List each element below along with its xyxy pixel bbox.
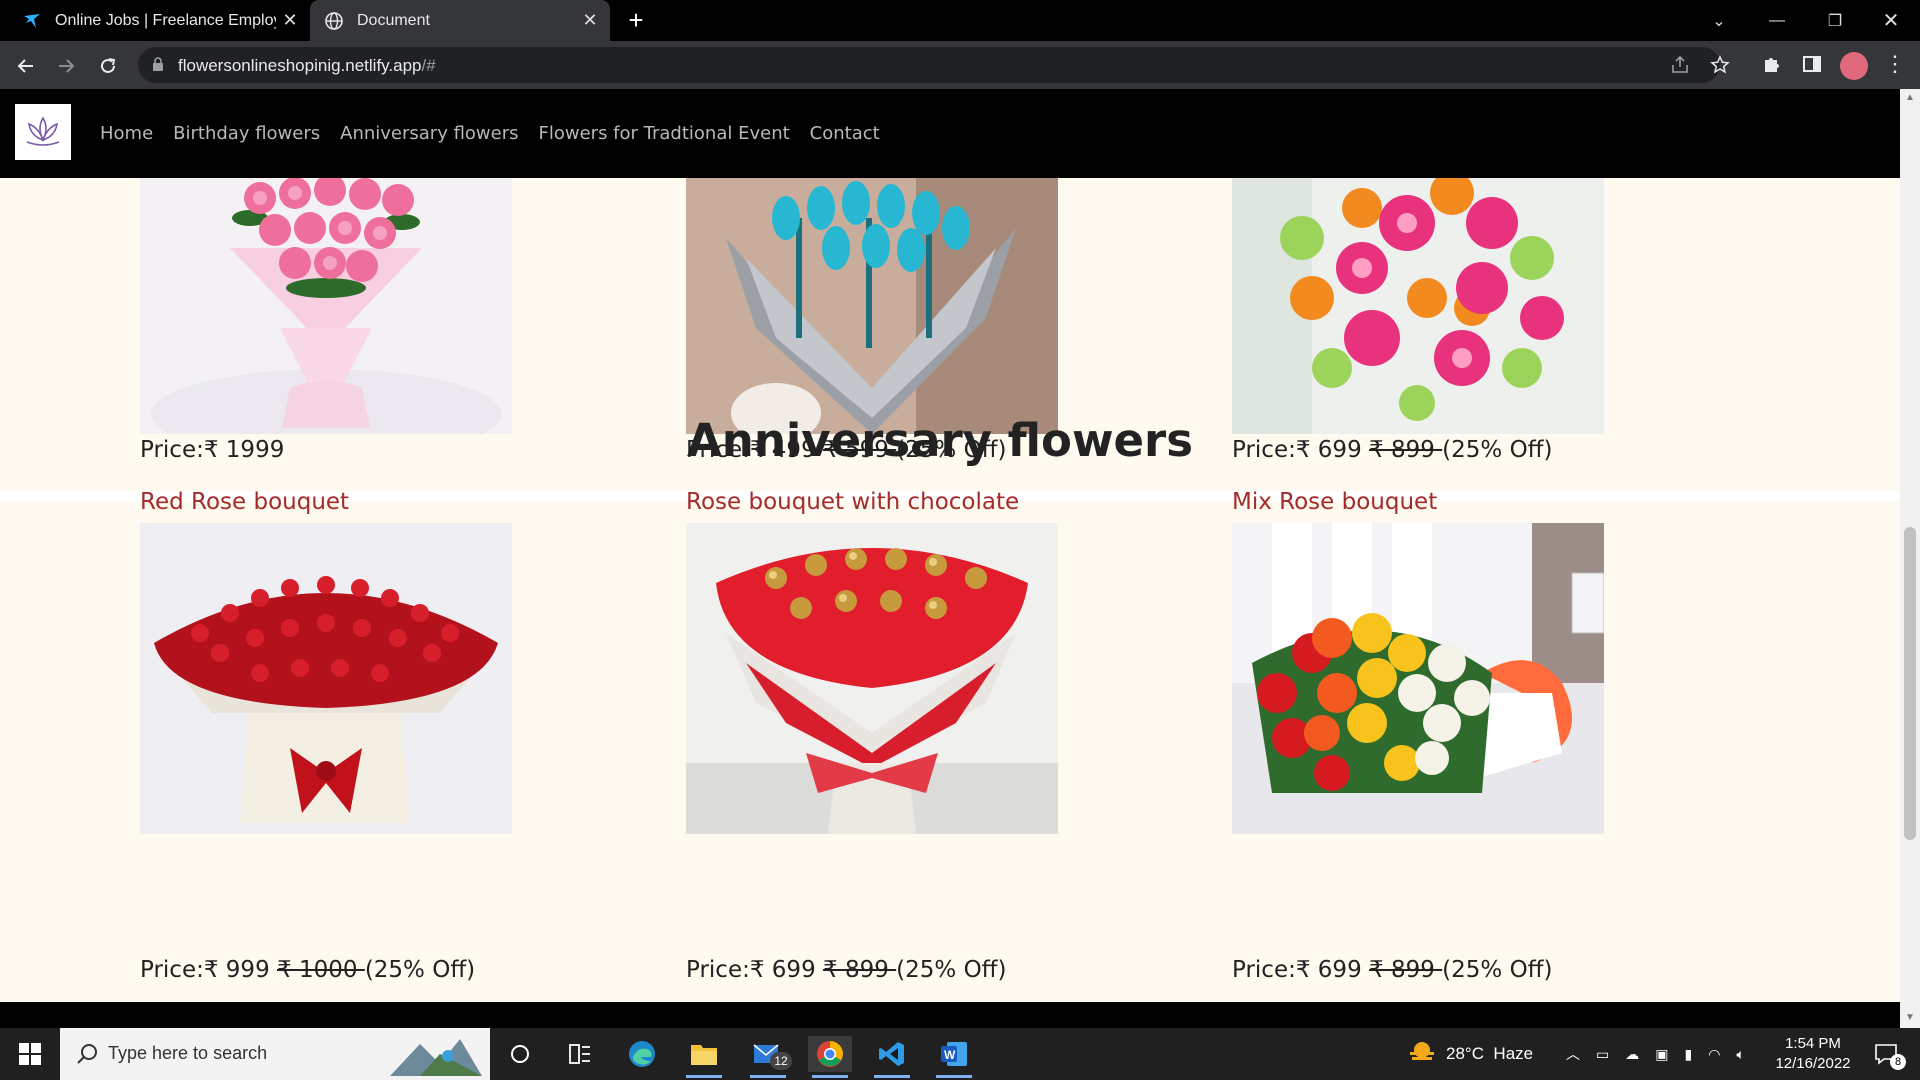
minimize-button[interactable]: — <box>1748 0 1806 41</box>
show-hidden-icons-chevron-icon[interactable]: ︿ <box>1566 1044 1580 1064</box>
back-button[interactable] <box>10 50 42 82</box>
mail-icon[interactable]: 12 <box>746 1036 792 1078</box>
nav-traditional-event[interactable]: Flowers for Tradtional Event <box>539 123 790 144</box>
file-explorer-icon[interactable] <box>682 1036 726 1078</box>
nav-anniversary-flowers[interactable]: Anniversary flowers <box>340 123 518 144</box>
edge-icon[interactable] <box>620 1036 664 1072</box>
old-price: ₹ 899 <box>1369 957 1443 983</box>
url-text: flowersonlineshopinig.netlify.app/# <box>178 56 436 75</box>
windows-start-button[interactable] <box>0 1028 60 1080</box>
product-name[interactable]: Mix Rose bouquet <box>1232 489 1437 515</box>
word-icon[interactable]: W <box>932 1036 976 1078</box>
mail-badge: 12 <box>770 1052 792 1070</box>
tab-title: Online Jobs | Freelance Employm <box>55 11 276 29</box>
svg-text:W: W <box>944 1048 956 1062</box>
lock-icon[interactable] <box>152 57 164 77</box>
side-panel-icon[interactable] <box>1802 54 1824 76</box>
product-name[interactable]: Rose bouquet with chocolate <box>686 489 1019 515</box>
product-name[interactable]: Red Rose bouquet <box>140 489 349 515</box>
freelancer-bird-icon <box>22 11 42 31</box>
search-icon <box>76 1043 98 1070</box>
weather-text: 28°C Haze <box>1446 1044 1534 1063</box>
footer <box>0 1002 1900 1028</box>
section-heading-anniversary: Anniversary flowers <box>686 414 1194 467</box>
close-tab-icon[interactable]: ✕ <box>576 10 604 31</box>
product-image-mixed-gerbera[interactable] <box>1232 178 1604 434</box>
clock-date: 12/16/2022 <box>1775 1055 1851 1072</box>
chrome-taskbar-icon[interactable] <box>808 1036 852 1078</box>
product-image-rose-chocolate-bouquet[interactable] <box>686 523 1058 834</box>
tab-document[interactable]: Document ✕ <box>310 0 610 41</box>
new-tab-button[interactable]: + <box>622 7 650 35</box>
onedrive-cloud-icon[interactable]: ☁ <box>1625 1046 1639 1063</box>
browser-toolbar: flowersonlineshopinig.netlify.app/# ⋮ <box>0 41 1920 89</box>
task-view-icon[interactable] <box>558 1036 602 1072</box>
old-price: ₹ 899 <box>823 957 897 983</box>
close-tab-icon[interactable]: ✕ <box>276 10 304 31</box>
weather-widget[interactable]: 28°C Haze <box>1408 1028 1533 1080</box>
discount: (25% Off) <box>1442 957 1553 983</box>
volume-icon[interactable]: 🔈︎ <box>1736 1046 1744 1063</box>
profile-avatar[interactable] <box>1840 52 1868 80</box>
search-highlight-illustration <box>390 1034 482 1080</box>
wifi-icon[interactable]: ◠ <box>1708 1046 1720 1063</box>
meet-now-icon[interactable]: ▭ <box>1596 1046 1609 1063</box>
nav-home[interactable]: Home <box>100 123 153 144</box>
notification-badge: 8 <box>1890 1054 1906 1070</box>
page-viewport: Price:₹ 1999 Price:₹ 499 ₹ 599 (25% Off)… <box>0 89 1900 1028</box>
taskbar-clock[interactable]: 1:54 PM 12/16/2022 <box>1768 1034 1858 1074</box>
windows-taskbar: Type here to search 12 W 28°C Haze ︿ ▭ ☁ <box>0 1028 1920 1080</box>
system-tray: ︿ ▭ ☁ ▣ ▮ ◠ 🔈︎ <box>1566 1028 1745 1080</box>
lotus-logo[interactable] <box>15 104 71 160</box>
discount: (25% Off) <box>896 957 1007 983</box>
product-image-pink-roses[interactable] <box>140 178 512 434</box>
old-price: ₹ 1000 <box>277 957 365 983</box>
main-menu: Home Birthday flowers Anniversary flower… <box>100 89 900 178</box>
product-image-blue-tulips[interactable] <box>686 178 1058 434</box>
scrollbar-thumb[interactable] <box>1904 527 1916 840</box>
browser-tab-bar: Online Jobs | Freelance Employm ✕ Docume… <box>0 0 1920 41</box>
bookmark-star-icon[interactable] <box>1710 55 1732 77</box>
share-icon[interactable] <box>1670 55 1692 77</box>
tab-title: Document <box>357 11 430 29</box>
reload-button[interactable] <box>92 50 124 82</box>
product-price: Price:₹ 699 ₹ 899 (25% Off) <box>1232 957 1553 983</box>
extensions-puzzle-icon[interactable] <box>1762 54 1784 76</box>
tab-freelancer[interactable]: Online Jobs | Freelance Employm ✕ <box>10 0 310 41</box>
scroll-up-arrow-icon[interactable]: ▲ <box>1905 93 1915 103</box>
nav-contact[interactable]: Contact <box>810 123 880 144</box>
display-icon[interactable]: ▣ <box>1655 1046 1668 1063</box>
chrome-menu-icon[interactable]: ⋮ <box>1884 53 1906 75</box>
vscode-icon[interactable] <box>870 1036 914 1078</box>
page-scrollbar[interactable]: ▲ ▼ <box>1900 89 1920 1028</box>
cortana-icon[interactable] <box>498 1036 542 1072</box>
search-placeholder: Type here to search <box>108 1043 268 1063</box>
battery-icon[interactable]: ▮ <box>1684 1046 1692 1063</box>
product-image-mix-rose-bouquet[interactable] <box>1232 523 1604 834</box>
product-price: Price:₹ 699 ₹ 899 (25% Off) <box>686 957 1007 983</box>
forward-button[interactable] <box>50 50 82 82</box>
discount: (25% Off) <box>364 957 476 983</box>
site-navbar: Home Birthday flowers Anniversary flower… <box>0 89 1900 178</box>
close-window-button[interactable]: ✕ <box>1862 0 1920 41</box>
haze-sun-icon <box>1408 1040 1436 1069</box>
clock-time: 1:54 PM <box>1785 1035 1841 1052</box>
product-price: Price:₹ 999 ₹ 1000 (25% Off) <box>140 957 476 983</box>
globe-icon <box>324 11 344 31</box>
restore-button[interactable]: ❐ <box>1806 0 1864 41</box>
tab-search-icon[interactable]: ⌄ <box>1690 0 1748 41</box>
product-image-red-rose-bouquet[interactable] <box>140 523 512 834</box>
scroll-down-arrow-icon[interactable]: ▼ <box>1905 1013 1915 1023</box>
address-bar[interactable]: flowersonlineshopinig.netlify.app/# <box>138 47 1730 83</box>
taskbar-search-box[interactable]: Type here to search <box>60 1028 490 1080</box>
nav-birthday-flowers[interactable]: Birthday flowers <box>173 123 320 144</box>
notification-center-icon[interactable]: 8 <box>1864 1036 1908 1072</box>
